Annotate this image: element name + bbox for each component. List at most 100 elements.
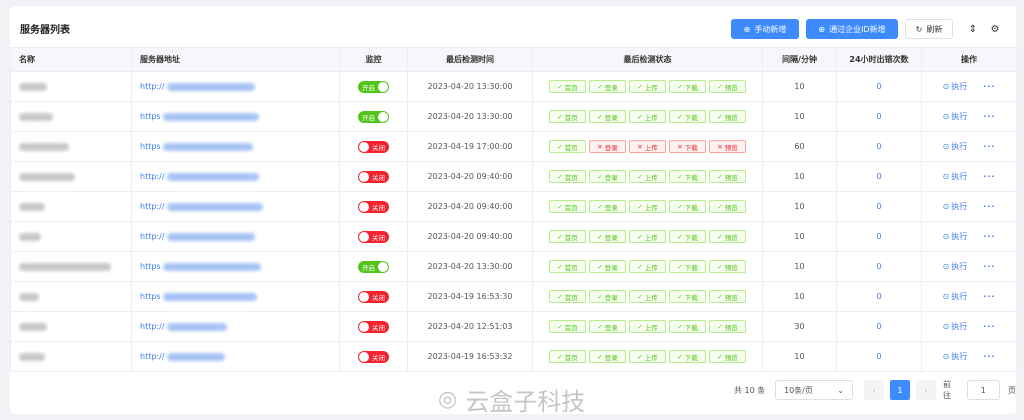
cell-address[interactable]: https <box>131 131 340 162</box>
check-icon: ✓ <box>597 172 603 181</box>
more-actions-button[interactable]: ··· <box>983 172 995 181</box>
cell-address[interactable]: http:// <box>131 311 340 342</box>
enterprise-add-button[interactable]: ⊕ 通过企业ID新增 <box>806 19 898 39</box>
monitor-toggle[interactable]: 开启 <box>358 110 389 123</box>
more-actions-button[interactable]: ··· <box>983 82 995 91</box>
address-prefix[interactable]: http:// <box>140 202 165 211</box>
more-actions-button[interactable]: ··· <box>983 322 995 331</box>
more-actions-button[interactable]: ··· <box>983 292 995 301</box>
prev-page-button[interactable]: ‹ <box>864 380 884 400</box>
refresh-button[interactable]: ↻ 刷新 <box>905 19 953 39</box>
check-icon: ✓ <box>677 322 683 331</box>
address-prefix[interactable]: http:// <box>140 82 165 91</box>
status-tag-label: 首页 <box>564 323 578 332</box>
address-prefix[interactable]: http:// <box>140 352 165 361</box>
address-prefix[interactable]: https <box>140 262 161 271</box>
monitor-toggle[interactable]: 关闭 <box>358 200 389 213</box>
execute-button[interactable]: ⊙ 执行 <box>943 291 968 302</box>
execute-label: 执行 <box>951 262 968 271</box>
check-icon: ✓ <box>637 292 643 301</box>
x-icon: ✕ <box>717 142 723 151</box>
cell-actions: ⊙ 执行 ··· <box>921 221 1017 252</box>
cell-address[interactable]: http:// <box>131 161 340 192</box>
status-tag: ✓ 登录 <box>589 290 626 303</box>
execute-button[interactable]: ⊙ 执行 <box>943 231 968 242</box>
execute-button[interactable]: ⊙ 执行 <box>943 141 968 152</box>
monitor-toggle[interactable]: 关闭 <box>358 350 389 363</box>
weibo-logo-icon: ◎ <box>438 387 458 412</box>
pagination-size[interactable]: 10条/页 ⌄ <box>775 379 853 401</box>
monitor-toggle[interactable]: 关闭 <box>358 170 389 183</box>
page-number-current[interactable]: 1 <box>890 380 910 400</box>
execute-button[interactable]: ⊙ 执行 <box>943 81 968 92</box>
more-actions-button[interactable]: ··· <box>983 112 995 121</box>
cell-address[interactable]: https <box>131 281 340 312</box>
table-row: https 开启 2023-04-20 13:30:00 ✓ 首页 ✓ 登录 ✓ 上传 ✓ … <box>10 251 1017 282</box>
status-tag-label: 上传 <box>644 263 658 272</box>
status-tag-label: 预览 <box>724 233 738 242</box>
monitor-label: 开启 <box>362 263 375 272</box>
page-unit-label: 页 <box>1008 385 1016 395</box>
execute-button[interactable]: ⊙ 执行 <box>943 111 968 122</box>
address-prefix[interactable]: https <box>140 292 161 301</box>
more-actions-button[interactable]: ··· <box>983 232 995 241</box>
status-tag-label: 登录 <box>604 173 618 182</box>
cell-last-check-time: 2023-04-20 13:30:00 <box>407 251 533 282</box>
cell-error-count: 0 <box>836 191 922 222</box>
more-actions-button[interactable]: ··· <box>983 142 995 151</box>
cell-last-check-time: 2023-04-20 13:30:00 <box>407 101 533 132</box>
page-size-select[interactable]: 10条/页 ⌄ <box>775 380 853 400</box>
play-circle-icon: ⊙ <box>942 292 950 301</box>
cell-address[interactable]: http:// <box>131 221 340 252</box>
more-actions-button[interactable]: ··· <box>983 352 995 361</box>
x-icon: ✕ <box>677 142 683 151</box>
status-tag: ✓ 首页 <box>549 200 586 213</box>
address-prefix[interactable]: https <box>140 142 161 151</box>
address-prefix[interactable]: http:// <box>140 322 165 331</box>
execute-button[interactable]: ⊙ 执行 <box>943 321 968 332</box>
execute-button[interactable]: ⊙ 执行 <box>943 351 968 362</box>
status-tag: ✓ 登录 <box>589 110 626 123</box>
more-actions-button[interactable]: ··· <box>983 262 995 271</box>
settings-icon[interactable]: ⚙ <box>987 21 1003 37</box>
status-tag-label: 登录 <box>604 353 618 362</box>
col-header-monitor: 监控 <box>339 47 408 72</box>
monitor-toggle[interactable]: 关闭 <box>358 290 389 303</box>
monitor-toggle[interactable]: 关闭 <box>358 230 389 243</box>
status-tag-label: 下载 <box>684 233 698 242</box>
cell-address[interactable]: https <box>131 251 340 282</box>
status-tag-label: 预览 <box>724 143 738 152</box>
execute-button[interactable]: ⊙ 执行 <box>943 261 968 272</box>
check-icon: ✓ <box>677 112 683 121</box>
cell-address[interactable]: http:// <box>131 71 340 102</box>
execute-label: 执行 <box>951 232 968 241</box>
check-icon: ✓ <box>557 322 563 331</box>
plus-circle-icon: ⊕ <box>743 24 751 34</box>
page-title: 服务器列表 <box>20 25 70 36</box>
goto-page-input[interactable]: 1 <box>966 380 1000 400</box>
cell-address[interactable]: http:// <box>131 341 340 372</box>
cell-interval: 10 <box>762 221 837 252</box>
monitor-toggle[interactable]: 关闭 <box>358 320 389 333</box>
monitor-toggle[interactable]: 开启 <box>358 260 389 273</box>
status-tag: ✓ 预览 <box>709 230 746 243</box>
address-prefix[interactable]: https <box>140 112 161 121</box>
status-tag: ✓ 上传 <box>629 320 666 333</box>
cell-address[interactable]: http:// <box>131 191 340 222</box>
manual-add-button[interactable]: ⊕ 手动新增 <box>731 19 799 39</box>
status-tag: ✓ 登录 <box>589 320 626 333</box>
more-actions-button[interactable]: ··· <box>983 202 995 211</box>
status-tag: ✓ 首页 <box>549 350 586 363</box>
execute-button[interactable]: ⊙ 执行 <box>943 201 968 212</box>
cell-error-count: 0 <box>836 131 922 162</box>
monitor-toggle[interactable]: 关闭 <box>358 140 389 153</box>
column-height-icon[interactable]: ⇕ <box>965 21 981 37</box>
execute-button[interactable]: ⊙ 执行 <box>943 171 968 182</box>
cell-address[interactable]: https <box>131 101 340 132</box>
monitor-toggle[interactable]: 开启 <box>358 80 389 93</box>
next-page-button[interactable]: › <box>916 380 936 400</box>
address-prefix[interactable]: http:// <box>140 172 165 181</box>
page-size-value: 10条/页 <box>784 385 813 395</box>
address-prefix[interactable]: http:// <box>140 232 165 241</box>
pagination-pages: ‹ 1 › <box>864 379 936 401</box>
